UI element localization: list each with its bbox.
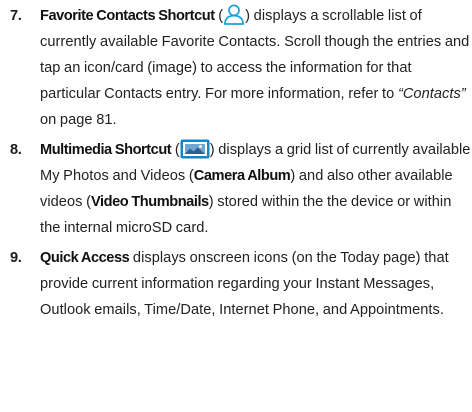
open-paren: ( (214, 8, 224, 24)
list-number: 8. (10, 142, 22, 158)
list-number: 9. (10, 250, 22, 266)
open-paren: ( (171, 142, 180, 158)
list-item-multimedia-shortcut: 8. Multimedia Shortcut ( ) displays a gr… (0, 137, 472, 241)
list-number: 7. (10, 8, 22, 24)
cross-reference-contacts: “Contacts” (397, 86, 466, 102)
person-icon (223, 4, 245, 25)
page-reference: on page 81. (40, 112, 117, 128)
term-multimedia-shortcut: Multimedia Shortcut (40, 142, 172, 158)
video-thumbnails-label: Video Thumbnails (91, 194, 209, 210)
term-quick-access: Quick Access (40, 250, 130, 266)
list-item-favorite-contacts-shortcut: 7. Favorite Contacts Shortcut ( ) displa… (0, 3, 472, 133)
list-item-quick-access: 9. Quick Access displays onscreen icons … (0, 245, 472, 323)
manual-page: 7. Favorite Contacts Shortcut ( ) displa… (0, 0, 472, 323)
photo-gallery-icon (180, 139, 210, 159)
term-favorite-contacts-shortcut: Favorite Contacts Shortcut (40, 8, 215, 24)
camera-album-label: Camera Album (193, 168, 291, 184)
